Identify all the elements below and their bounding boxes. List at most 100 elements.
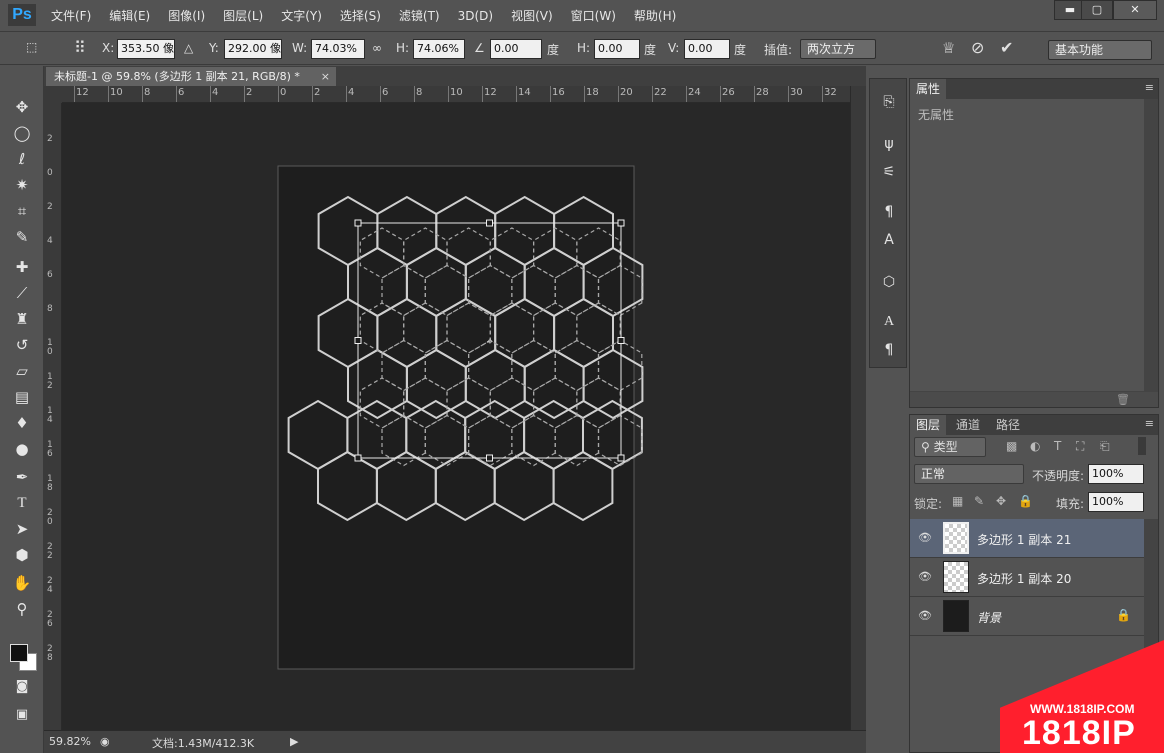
layer-name[interactable]: 多边形 1 副本 20: [977, 570, 1071, 587]
tab-paths[interactable]: 路径: [990, 415, 1026, 435]
lock-position-icon[interactable]: ✥: [996, 494, 1006, 508]
delta-icon[interactable]: △: [184, 41, 193, 55]
fill-field[interactable]: 100%: [1088, 492, 1144, 512]
close-button[interactable]: ✕: [1113, 0, 1157, 20]
menu-view[interactable]: 视图(V): [502, 0, 562, 32]
pen-icon[interactable]: ✒: [8, 466, 36, 488]
brushes-panel-icon[interactable]: ψ: [878, 133, 900, 155]
ellipse-marquee-icon[interactable]: ◯: [8, 122, 36, 144]
magic-wand-icon[interactable]: ✷: [8, 174, 36, 196]
height-field[interactable]: 74.06%: [413, 39, 465, 59]
3d-panel-icon[interactable]: ⬡: [878, 271, 900, 293]
screen-mode-icon[interactable]: ▣: [8, 704, 36, 726]
opacity-field[interactable]: 100%: [1088, 464, 1144, 484]
path-select-icon[interactable]: ➤: [8, 518, 36, 540]
menu-select[interactable]: 选择(S): [331, 0, 390, 32]
restore-button[interactable]: ▢: [1081, 0, 1113, 20]
blur-icon[interactable]: ♦: [8, 412, 36, 434]
shape-tool-icon[interactable]: ⬢: [8, 544, 36, 566]
filter-adjustment-icon[interactable]: ◐: [1030, 439, 1040, 453]
lock-transparency-icon[interactable]: ▦: [952, 494, 963, 508]
dodge-icon[interactable]: ●: [8, 438, 36, 460]
commit-transform-icon[interactable]: ✔: [1000, 38, 1013, 57]
layer-name[interactable]: 多边形 1 副本 21: [977, 531, 1071, 548]
character-styles-icon[interactable]: A: [878, 229, 900, 251]
filter-shape-icon[interactable]: ⛶: [1076, 439, 1084, 454]
menu-layer[interactable]: 图层(L): [214, 0, 272, 32]
transform-handle[interactable]: [486, 219, 493, 227]
tab-layers[interactable]: 图层: [910, 415, 947, 435]
move-tool-icon[interactable]: ✥: [8, 96, 36, 118]
transform-handle[interactable]: [354, 454, 362, 462]
transform-handle[interactable]: [617, 337, 625, 344]
warp-icon[interactable]: ♕: [942, 39, 955, 57]
healing-brush-icon[interactable]: ✚: [8, 256, 36, 278]
eye-icon[interactable]: 👁: [918, 609, 932, 622]
eye-icon[interactable]: 👁: [918, 531, 932, 544]
paragraph-panel-icon[interactable]: ¶: [878, 339, 900, 361]
menu-help[interactable]: 帮助(H): [625, 0, 685, 32]
document-tab[interactable]: 未标题-1 @ 59.8% (多边形 1 副本 21, RGB/8) * ×: [46, 67, 336, 86]
transform-handle[interactable]: [486, 454, 493, 462]
clone-stamp-icon[interactable]: ♜: [8, 308, 36, 330]
brush-icon[interactable]: ⟋: [8, 282, 36, 304]
interpolation-select[interactable]: 两次立方: [800, 39, 876, 59]
quick-mask-icon[interactable]: ◙: [8, 676, 36, 698]
menu-filter[interactable]: 滤镜(T): [390, 0, 449, 32]
character-panel-icon[interactable]: A: [878, 311, 900, 333]
transform-handle[interactable]: [617, 219, 625, 227]
eye-icon[interactable]: 👁: [918, 570, 932, 583]
menu-3d[interactable]: 3D(D): [449, 0, 502, 32]
layers-panel-menu-icon[interactable]: ≡: [1145, 417, 1154, 430]
workspace-select[interactable]: 基本功能: [1048, 40, 1152, 60]
layer-row[interactable]: 👁 多边形 1 副本 20: [910, 558, 1144, 597]
zoom-icon[interactable]: ⚲: [8, 598, 36, 620]
history-brush-icon[interactable]: ↺: [8, 334, 36, 356]
vskew-field[interactable]: 0.00: [684, 39, 730, 59]
vertical-ruler[interactable]: 2 0 2 4 6 8 1 0 1 2 1 4 1 6 1 8 2 0 2 2 2 4 2 6 2 8: [44, 103, 62, 730]
brush-presets-icon[interactable]: ⚟: [878, 161, 900, 183]
crop-icon[interactable]: ⌗: [8, 200, 36, 222]
panel-menu-icon[interactable]: ≡: [1145, 81, 1154, 94]
link-icon[interactable]: ∞: [372, 41, 382, 55]
document-canvas[interactable]: ⌖: [62, 103, 850, 730]
zoom-level[interactable]: 59.82%: [49, 735, 91, 748]
layer-name[interactable]: 背景: [977, 609, 1001, 626]
eyedropper-icon[interactable]: ✎: [8, 226, 36, 248]
tab-channels[interactable]: 通道: [950, 415, 986, 435]
ruler-origin[interactable]: [44, 86, 62, 103]
blend-mode-select[interactable]: 正常: [914, 464, 1024, 484]
menu-window[interactable]: 窗口(W): [562, 0, 625, 32]
vertical-scrollbar[interactable]: [850, 86, 866, 730]
type-tool-icon[interactable]: T: [8, 492, 36, 514]
layer-row[interactable]: 👁 多边形 1 副本 21: [910, 519, 1144, 558]
horizontal-ruler[interactable]: 12 10 8 6 4 2 0 2 4 6 8 10 12 14 16 18 20 22 24 26 28 30 32: [62, 86, 850, 103]
filter-pixel-icon[interactable]: ▩: [1006, 439, 1017, 453]
filter-smart-object-icon[interactable]: ⎗: [1100, 439, 1110, 454]
x-field[interactable]: 353.50 像素: [117, 39, 175, 59]
layer-row[interactable]: 👁 背景 🔒: [910, 597, 1144, 636]
trash-icon[interactable]: 🗑: [1116, 393, 1130, 406]
menu-image[interactable]: 图像(I): [159, 0, 214, 32]
eraser-icon[interactable]: ▱: [8, 360, 36, 382]
history-panel-icon[interactable]: ⎘: [878, 91, 900, 113]
width-field[interactable]: 74.03%: [311, 39, 365, 59]
lock-pixels-icon[interactable]: ✎: [974, 494, 984, 508]
paragraph-styles-icon[interactable]: ¶: [878, 201, 900, 223]
properties-scrollbar[interactable]: [1144, 99, 1158, 391]
gradient-icon[interactable]: ▤: [8, 386, 36, 408]
reference-point-icon[interactable]: ⌖: [487, 335, 493, 348]
close-tab-icon[interactable]: ×: [321, 67, 330, 86]
tab-properties[interactable]: 属性: [910, 79, 947, 99]
menu-type[interactable]: 文字(Y): [272, 0, 331, 32]
reference-point-icon[interactable]: ⠿: [74, 38, 86, 57]
y-field[interactable]: 292.00 像素: [224, 39, 282, 59]
hand-icon[interactable]: ✋: [8, 572, 36, 594]
hskew-field[interactable]: 0.00: [594, 39, 640, 59]
angle-field[interactable]: 0.00: [490, 39, 542, 59]
filter-toggle[interactable]: [1138, 437, 1146, 455]
menu-edit[interactable]: 编辑(E): [100, 0, 159, 32]
lock-all-icon[interactable]: 🔒: [1018, 494, 1033, 508]
lasso-icon[interactable]: ℓ: [8, 148, 36, 170]
layer-filter-select[interactable]: ⚲ 类型: [914, 437, 986, 457]
